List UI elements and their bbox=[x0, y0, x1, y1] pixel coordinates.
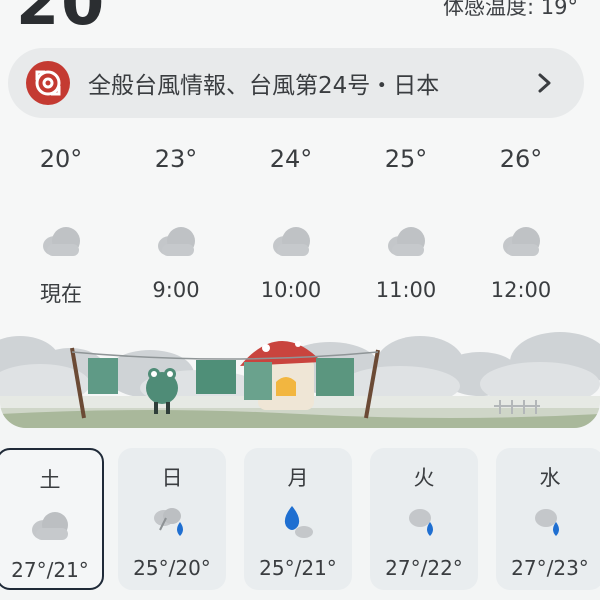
daily-card[interactable]: 火 27°/22° bbox=[370, 448, 478, 590]
temperature-range: 25°/21° bbox=[259, 556, 337, 580]
rain-drop-cloud-icon bbox=[276, 504, 320, 540]
temperature-range: 25°/20° bbox=[133, 556, 211, 580]
hourly-temperature: 24° bbox=[269, 145, 313, 173]
day-label: 火 bbox=[413, 466, 435, 490]
hourly-time: 12:00 bbox=[490, 278, 552, 302]
hourly-item: 20° 現在 bbox=[6, 142, 116, 308]
temperature-range: 27°/21° bbox=[11, 558, 89, 582]
daily-card-selected[interactable]: 土 27°/21° bbox=[0, 448, 104, 590]
current-weather-card: 20 体感温度: 19° 全般台風情報、台風第24号・日本 20° 現在 23° bbox=[0, 0, 600, 428]
hourly-item: 24° 10:00 bbox=[236, 142, 346, 302]
cloudy-icon bbox=[154, 224, 198, 258]
alert-text: 全般台風情報、台風第24号・日本 bbox=[88, 73, 440, 99]
hourly-item: 25° 11:00 bbox=[351, 142, 461, 302]
day-label: 月 bbox=[287, 466, 309, 490]
cloud-rain-icon bbox=[402, 504, 446, 540]
hourly-time: 9:00 bbox=[152, 278, 200, 302]
hourly-time: 現在 bbox=[40, 282, 82, 306]
cloudy-icon bbox=[269, 224, 313, 258]
hourly-temperature: 20° bbox=[39, 145, 83, 173]
cloudy-icon bbox=[384, 224, 428, 258]
typhoon-warning-icon bbox=[26, 61, 70, 105]
hourly-time: 10:00 bbox=[260, 278, 322, 302]
daily-card[interactable]: 月 25°/21° bbox=[244, 448, 352, 590]
cloudy-icon bbox=[39, 224, 83, 258]
temperature-range: 27°/22° bbox=[385, 556, 463, 580]
day-label: 水 bbox=[539, 466, 561, 490]
hourly-time: 11:00 bbox=[375, 278, 437, 302]
cloud-rain-icon bbox=[528, 504, 572, 540]
weather-illustration bbox=[0, 332, 600, 428]
typhoon-alert-banner[interactable]: 全般台風情報、台風第24号・日本 bbox=[8, 48, 584, 118]
cloudy-icon bbox=[28, 506, 72, 542]
day-label: 土 bbox=[39, 468, 61, 492]
daily-card[interactable]: 日 25°/20° bbox=[118, 448, 226, 590]
day-label: 日 bbox=[161, 466, 183, 490]
current-temperature: 20 bbox=[16, 0, 107, 39]
cloud-rain-icon bbox=[150, 504, 194, 540]
temperature-range: 27°/23° bbox=[511, 556, 589, 580]
chevron-right-icon bbox=[534, 72, 556, 94]
cloudy-icon bbox=[499, 224, 543, 258]
hourly-temperature: 23° bbox=[154, 145, 198, 173]
hourly-temperature: 26° bbox=[499, 145, 543, 173]
feels-like-temperature: 体感温度: 19° bbox=[443, 0, 578, 19]
hourly-item: 26° 12:00 bbox=[466, 142, 576, 302]
hourly-item: 23° 9:00 bbox=[121, 142, 231, 302]
hourly-temperature: 25° bbox=[384, 145, 428, 173]
daily-card[interactable]: 水 27°/23° bbox=[496, 448, 600, 590]
